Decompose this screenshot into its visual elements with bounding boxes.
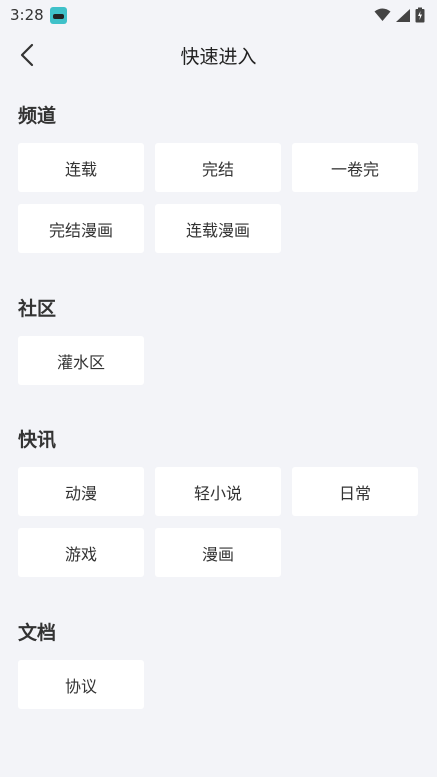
status-right — [374, 7, 425, 23]
chip-light-novel[interactable]: 轻小说 — [155, 467, 281, 516]
status-left: 3:28 — [10, 6, 67, 24]
chip-grid: 动漫 轻小说 日常 游戏 漫画 — [18, 467, 419, 577]
section-title: 文档 — [18, 622, 57, 644]
chip-manga[interactable]: 漫画 — [155, 528, 281, 577]
chip-grid: 连载 完结 一卷完 完结漫画 连载漫画 — [18, 143, 419, 253]
section-docs: 文档 协议 — [0, 620, 437, 709]
chip-completed-manga[interactable]: 完结漫画 — [18, 204, 144, 253]
section-channel: 频道 连载 完结 一卷完 完结漫画 连载漫画 — [0, 103, 437, 253]
chip-games[interactable]: 游戏 — [18, 528, 144, 577]
battery-icon — [415, 7, 425, 23]
chip-completed[interactable]: 完结 — [155, 143, 281, 192]
wifi-icon — [374, 8, 391, 21]
chip-grid: 协议 — [18, 660, 419, 709]
section-news: 快讯 动漫 轻小说 日常 游戏 漫画 — [0, 427, 437, 577]
chip-grid: 灌水区 — [18, 336, 419, 385]
chip-serializing-manga[interactable]: 连载漫画 — [155, 204, 281, 253]
chip-agreement[interactable]: 协议 — [18, 660, 144, 709]
status-time: 3:28 — [10, 6, 44, 24]
status-bar: 3:28 — [0, 0, 437, 30]
section-community: 社区 灌水区 — [0, 296, 437, 385]
chevron-left-icon — [20, 43, 34, 67]
chip-serializing[interactable]: 连载 — [18, 143, 144, 192]
section-title: 快讯 — [18, 429, 57, 451]
signal-icon — [396, 8, 410, 22]
back-button[interactable] — [14, 42, 40, 68]
app-notification-icon — [49, 6, 67, 24]
chip-water-zone[interactable]: 灌水区 — [18, 336, 144, 385]
nav-bar: 快速进入 — [0, 30, 437, 80]
section-title: 社区 — [18, 298, 57, 320]
chip-anime[interactable]: 动漫 — [18, 467, 144, 516]
chip-one-volume[interactable]: 一卷完 — [292, 143, 418, 192]
section-title: 频道 — [18, 105, 57, 127]
page-title: 快速进入 — [180, 45, 257, 68]
chip-daily[interactable]: 日常 — [292, 467, 418, 516]
